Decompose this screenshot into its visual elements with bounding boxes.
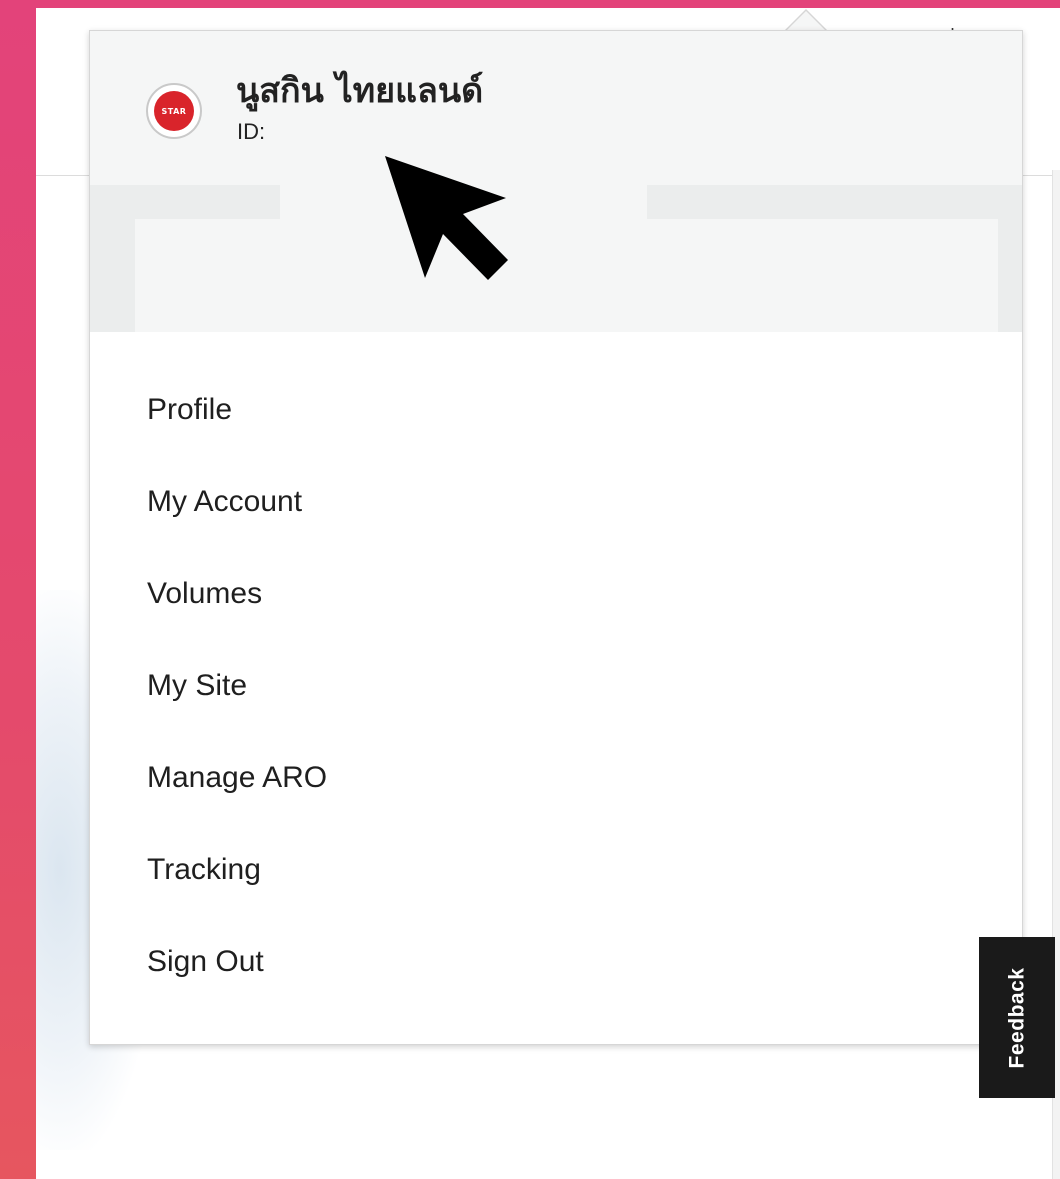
loading-placeholder xyxy=(998,185,1022,332)
menu-item-profile[interactable]: Profile xyxy=(90,364,1022,456)
avatar-logo-text: STAR xyxy=(161,106,187,116)
menu-item-sign-out[interactable]: Sign Out xyxy=(90,916,1022,1008)
star-logo-icon: STAR xyxy=(154,91,194,131)
feedback-label: Feedback xyxy=(1005,967,1029,1068)
user-name: นูสกิน ไทยแลนด์ xyxy=(236,71,484,111)
menu-item-manage-aro[interactable]: Manage ARO xyxy=(90,732,1022,824)
mouse-pointer-icon xyxy=(385,156,508,280)
account-menu: Profile My Account Volumes My Site Manag… xyxy=(90,364,1022,1008)
loading-placeholder xyxy=(90,185,135,332)
menu-item-volumes[interactable]: Volumes xyxy=(90,548,1022,640)
avatar: STAR xyxy=(146,83,202,139)
feedback-tab[interactable]: Feedback xyxy=(979,937,1055,1098)
account-dropdown: STAR นูสกิน ไทยแลนด์ ID: Profile My Acco… xyxy=(89,30,1023,1045)
user-header: STAR นูสกิน ไทยแลนด์ ID: xyxy=(90,31,1022,332)
menu-item-my-site[interactable]: My Site xyxy=(90,640,1022,732)
dropdown-caret-fill xyxy=(786,11,826,31)
page-frame-left xyxy=(0,0,36,1179)
page-frame-top xyxy=(0,0,1060,8)
menu-item-my-account[interactable]: My Account xyxy=(90,456,1022,548)
menu-item-tracking[interactable]: Tracking xyxy=(90,824,1022,916)
user-id: ID: xyxy=(237,119,266,144)
loading-placeholder xyxy=(647,185,1022,219)
